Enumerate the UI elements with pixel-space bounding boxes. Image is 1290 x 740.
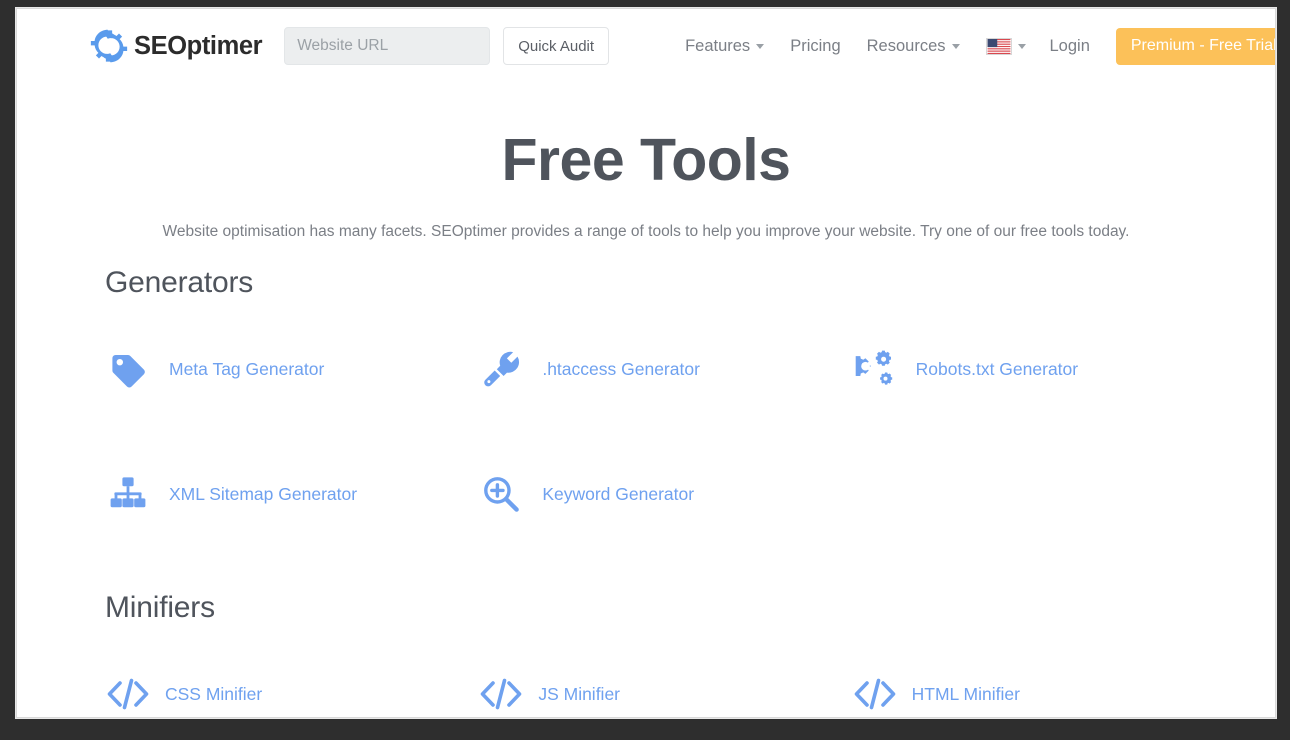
chevron-down-icon	[952, 44, 960, 49]
code-icon	[478, 673, 524, 715]
nav-item-features[interactable]: Features	[685, 37, 764, 56]
nav-item-label: Resources	[867, 37, 946, 56]
login-label: Login	[1050, 37, 1090, 56]
cogs-icon	[852, 348, 898, 390]
tool-link-htaccess-generator[interactable]: .htaccess Generator	[462, 338, 835, 400]
premium-free-trial-button[interactable]: Premium - Free Trial	[1116, 28, 1276, 65]
tool-link-css-minifier[interactable]: CSS Minifier	[89, 663, 462, 718]
search-plus-icon	[478, 473, 524, 515]
us-flag-icon	[986, 38, 1012, 55]
sitemap-icon	[105, 473, 151, 515]
wrench-icon	[478, 348, 524, 390]
tag-icon	[105, 348, 151, 390]
tool-link-meta-tag-generator[interactable]: Meta Tag Generator	[89, 338, 462, 400]
section-generators: Generators Meta Tag Generator	[89, 266, 1209, 588]
code-icon	[105, 673, 151, 715]
language-selector[interactable]	[986, 38, 1026, 55]
chevron-down-icon	[756, 44, 764, 49]
login-link[interactable]: Login	[1050, 37, 1090, 56]
nav-item-label: Features	[685, 37, 750, 56]
page-title: Free Tools	[17, 129, 1275, 193]
section-title: Minifiers	[105, 591, 1209, 625]
code-icon	[852, 673, 898, 715]
quick-audit-button[interactable]: Quick Audit	[503, 27, 609, 65]
brand-name: SEOptimer	[134, 32, 262, 61]
tool-link-robots-txt-generator[interactable]: Robots.txt Generator	[836, 338, 1209, 400]
nav-item-pricing[interactable]: Pricing	[790, 37, 840, 56]
tool-label: Keyword Generator	[542, 484, 694, 505]
nav-item-resources[interactable]: Resources	[867, 37, 960, 56]
tool-label: JS Minifier	[538, 684, 620, 705]
tool-label: Meta Tag Generator	[169, 359, 324, 380]
tool-link-js-minifier[interactable]: JS Minifier	[462, 663, 835, 718]
tool-link-html-minifier[interactable]: HTML Minifier	[836, 663, 1209, 718]
tool-link-xml-sitemap-generator[interactable]: XML Sitemap Generator	[89, 463, 462, 525]
tool-label: CSS Minifier	[165, 684, 262, 705]
section-minifiers: Minifiers CSS Minifier	[89, 591, 1209, 718]
tool-link-keyword-generator[interactable]: Keyword Generator	[462, 463, 835, 525]
tool-grid: CSS Minifier JS Minifier	[89, 663, 1209, 718]
browser-frame: SEOptimer Quick Audit Features Pricing R…	[16, 8, 1276, 718]
site-header: SEOptimer Quick Audit Features Pricing R…	[17, 9, 1275, 83]
seoptimer-gears-logo-icon	[89, 26, 129, 66]
tool-label: .htaccess Generator	[542, 359, 700, 380]
tool-label: HTML Minifier	[912, 684, 1020, 705]
main-navigation: Features Pricing Resources	[685, 28, 1276, 65]
hero-section: Free Tools Website optimisation has many…	[17, 129, 1275, 243]
chevron-down-icon	[1018, 44, 1026, 49]
page-subtitle: Website optimisation has many facets. SE…	[146, 221, 1146, 243]
page-root: SEOptimer Quick Audit Features Pricing R…	[17, 9, 1275, 717]
tool-label: XML Sitemap Generator	[169, 484, 357, 505]
nav-item-label: Pricing	[790, 37, 840, 56]
tool-label: Robots.txt Generator	[916, 359, 1078, 380]
tool-grid: Meta Tag Generator .htaccess Generator	[89, 338, 1209, 588]
brand-logo-link[interactable]: SEOptimer	[89, 26, 262, 66]
section-title: Generators	[105, 266, 1209, 300]
website-url-input[interactable]	[284, 27, 490, 65]
